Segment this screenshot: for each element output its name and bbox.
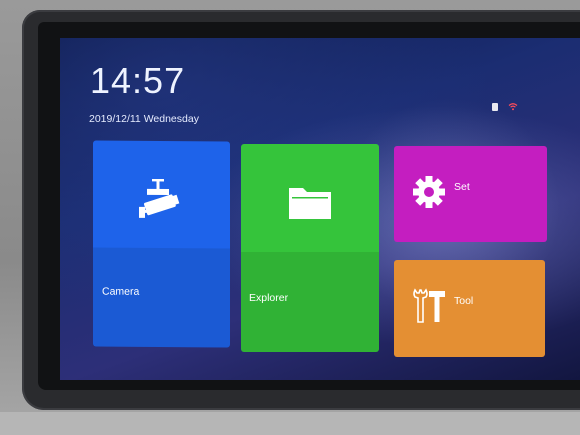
device-photo: 14:57 2019/12/11 Wednesday Camera Explor… [0,0,580,435]
tool-label: Tool [454,295,474,307]
desk-surface [0,412,580,435]
clock-time: 14:57 [90,60,186,101]
clock-date: 2019/12/11 Wednesday [89,113,199,125]
status-icons [492,102,518,111]
camera-icon [137,178,183,226]
set-tile[interactable]: Set [394,146,547,242]
folder-icon [288,184,332,225]
explorer-tile[interactable]: Explorer [241,144,379,352]
tool-tile[interactable]: Tool [394,260,545,357]
set-label: Set [454,181,470,193]
explorer-label: Explorer [249,292,289,304]
camera-tile[interactable]: Camera [93,140,230,348]
home-screen: 14:57 2019/12/11 Wednesday Camera Explor… [60,38,580,380]
sim-card-icon [492,102,498,111]
tools-icon [412,288,446,329]
wifi-icon [508,102,518,111]
camera-label: Camera [102,285,140,298]
gear-icon [412,175,446,214]
